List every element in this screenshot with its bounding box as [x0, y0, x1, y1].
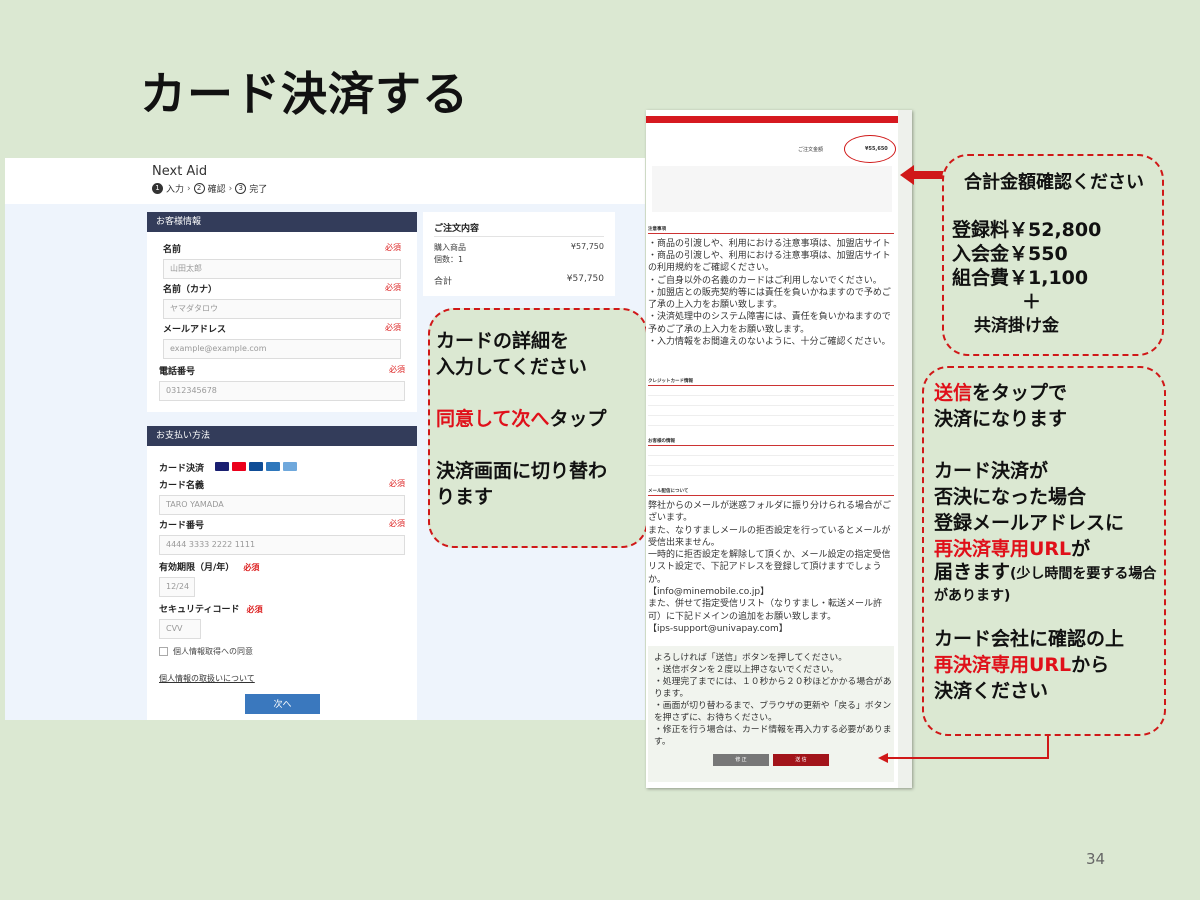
form-header: Next Aid 1 入力 › 2 確認 › 3 完了 — [5, 158, 645, 204]
notes-section-title: 注意事項 — [648, 226, 894, 234]
visa-icon — [215, 462, 230, 471]
notice-box — [652, 166, 892, 212]
table-row — [648, 458, 894, 466]
required-badge: 必須 — [385, 243, 401, 252]
callout-total-check: 合計金額確認ください 登録料￥52,800 入会金￥550 組合費￥1,100 … — [942, 154, 1164, 356]
expiry-input[interactable]: 12/24 — [159, 577, 195, 597]
email-input[interactable]: example@example.com — [163, 339, 401, 359]
scroll-strip — [898, 110, 912, 788]
required-badge: 必須 — [243, 563, 260, 572]
send-button[interactable]: 送 信 — [773, 754, 829, 766]
diners-icon — [283, 462, 298, 471]
summary-item-row: 購入商品 ¥57,750 — [434, 242, 604, 252]
credit-section-title: クレジットカード情報 — [648, 378, 894, 386]
summary-qty-row: 個数：1 — [434, 255, 464, 264]
card-name-input[interactable]: TARO YAMADA — [159, 495, 405, 515]
table-row — [648, 398, 894, 406]
summary-total-value: ¥57,750 — [566, 274, 604, 284]
payment-method-row: カード決済 — [159, 456, 405, 475]
chevron-right-icon: › — [187, 183, 191, 194]
next-button[interactable]: 次へ — [245, 694, 320, 714]
confirm-total-value: ¥55,650 — [865, 146, 888, 152]
mail-notice-text: 弊社からのメールが迷惑フォルダに振り分けられる場合がございます。 また、なりすま… — [648, 501, 892, 634]
card-number-field: カード番号 必須 4444 3333 2222 1111 — [159, 518, 405, 555]
customer-info-card: お客様情報 名前 必須 山田太郎 名前（カナ） 必須 ヤマダタロウ メールアドレ… — [147, 212, 417, 412]
card-brand-logos — [215, 462, 298, 471]
chevron-right-icon: › — [228, 183, 233, 194]
phone-input[interactable]: 0312345678 — [159, 381, 405, 401]
confirm-footer: よろしければ「送信」ボタンを押してください。 ・送信ボタンを２度以上押さないでく… — [648, 646, 894, 782]
brand-name: Next Aid — [152, 164, 208, 179]
callout-send-instructions: 送信をタップで 決済になります カード決済が 否決になった場合 登録メールアドレ… — [922, 366, 1166, 736]
step-2-label: 確認 — [207, 185, 226, 195]
card-name-field: カード名義 必須 TARO YAMADA — [159, 478, 405, 515]
kana-input[interactable]: ヤマダタロウ — [163, 299, 401, 319]
table-row — [648, 448, 894, 456]
fix-button[interactable]: 修 正 — [713, 754, 769, 766]
card-number-input[interactable]: 4444 3333 2222 1111 — [159, 535, 405, 555]
arrow-connector-icon — [878, 736, 1049, 763]
confirm-screenshot: ご注文金額 ¥55,650 注意事項 ・商品の引渡しや、利用における注意事項は、… — [646, 110, 912, 788]
step-indicator: 1 入力 › 2 確認 › 3 完了 — [152, 182, 267, 195]
required-badge: 必須 — [389, 519, 405, 528]
phone-field: 電話番号 必須 0312345678 — [159, 364, 405, 401]
customer-section-title: お客様の情報 — [648, 438, 894, 446]
name-input[interactable]: 山田太郎 — [163, 259, 401, 279]
customer-info-header: お客様情報 — [147, 212, 417, 232]
callout-input-instructions: カードの詳細を 入力してください 同意して次へタップ 決済画面に切り替わ ります — [428, 308, 648, 548]
notes-list: ・商品の引渡しや、利用における注意事項は、加盟店サイトの利用規約をご確認ください… — [648, 239, 891, 348]
step-1-number: 1 — [152, 183, 163, 194]
required-badge: 必須 — [246, 605, 263, 614]
step-3-label: 完了 — [249, 185, 268, 195]
mail-section-title: メール配信について — [648, 488, 894, 496]
table-row — [648, 418, 894, 426]
slide-title: カード決済する — [140, 67, 469, 121]
consent-row[interactable]: 個人情報取得への同意 — [159, 646, 405, 657]
amex-icon — [266, 462, 281, 471]
kana-field: 名前（カナ） 必須 ヤマダタロウ — [163, 282, 401, 319]
table-row — [648, 388, 894, 396]
consent-checkbox[interactable] — [159, 647, 168, 656]
required-badge: 必須 — [385, 283, 401, 292]
page-number: 34 — [1086, 850, 1106, 868]
mastercard-icon — [232, 462, 247, 471]
summary-total-row: 合計 ¥57,750 — [434, 274, 604, 287]
payment-header: お支払い方法 — [147, 426, 417, 446]
privacy-policy-link[interactable]: 個人情報の取扱いについて — [159, 674, 255, 683]
cvv-input[interactable]: CVV — [159, 619, 201, 639]
jcb-icon — [249, 462, 264, 471]
cvv-field: セキュリティコード 必須 CVV — [159, 602, 299, 639]
table-row — [648, 408, 894, 416]
name-field: 名前 必須 山田太郎 — [163, 242, 401, 279]
payment-card: お支払い方法 カード決済 カード名義 必須 TARO YAMADA カード番号 … — [147, 426, 417, 720]
step-1-label: 入力 — [166, 185, 185, 195]
arrow-left-icon — [900, 165, 945, 185]
confirm-total-label: ご注文金額 — [798, 147, 824, 153]
confirm-header-bar — [646, 116, 912, 123]
step-2-number: 2 — [193, 183, 205, 194]
summary-title: ご注文内容 — [434, 224, 480, 234]
required-badge: 必須 — [385, 323, 401, 332]
expiry-field: 有効期限（月/年） 必須 12/24 — [159, 560, 279, 597]
required-badge: 必須 — [389, 365, 405, 374]
step-3-number: 3 — [235, 183, 247, 194]
table-row — [648, 468, 894, 476]
email-field: メールアドレス 必須 example@example.com — [163, 322, 401, 359]
order-summary-card: ご注文内容 購入商品 ¥57,750 個数：1 合計 ¥57,750 — [423, 212, 615, 296]
summary-item-price: ¥57,750 — [570, 242, 604, 251]
required-badge: 必須 — [389, 479, 405, 488]
